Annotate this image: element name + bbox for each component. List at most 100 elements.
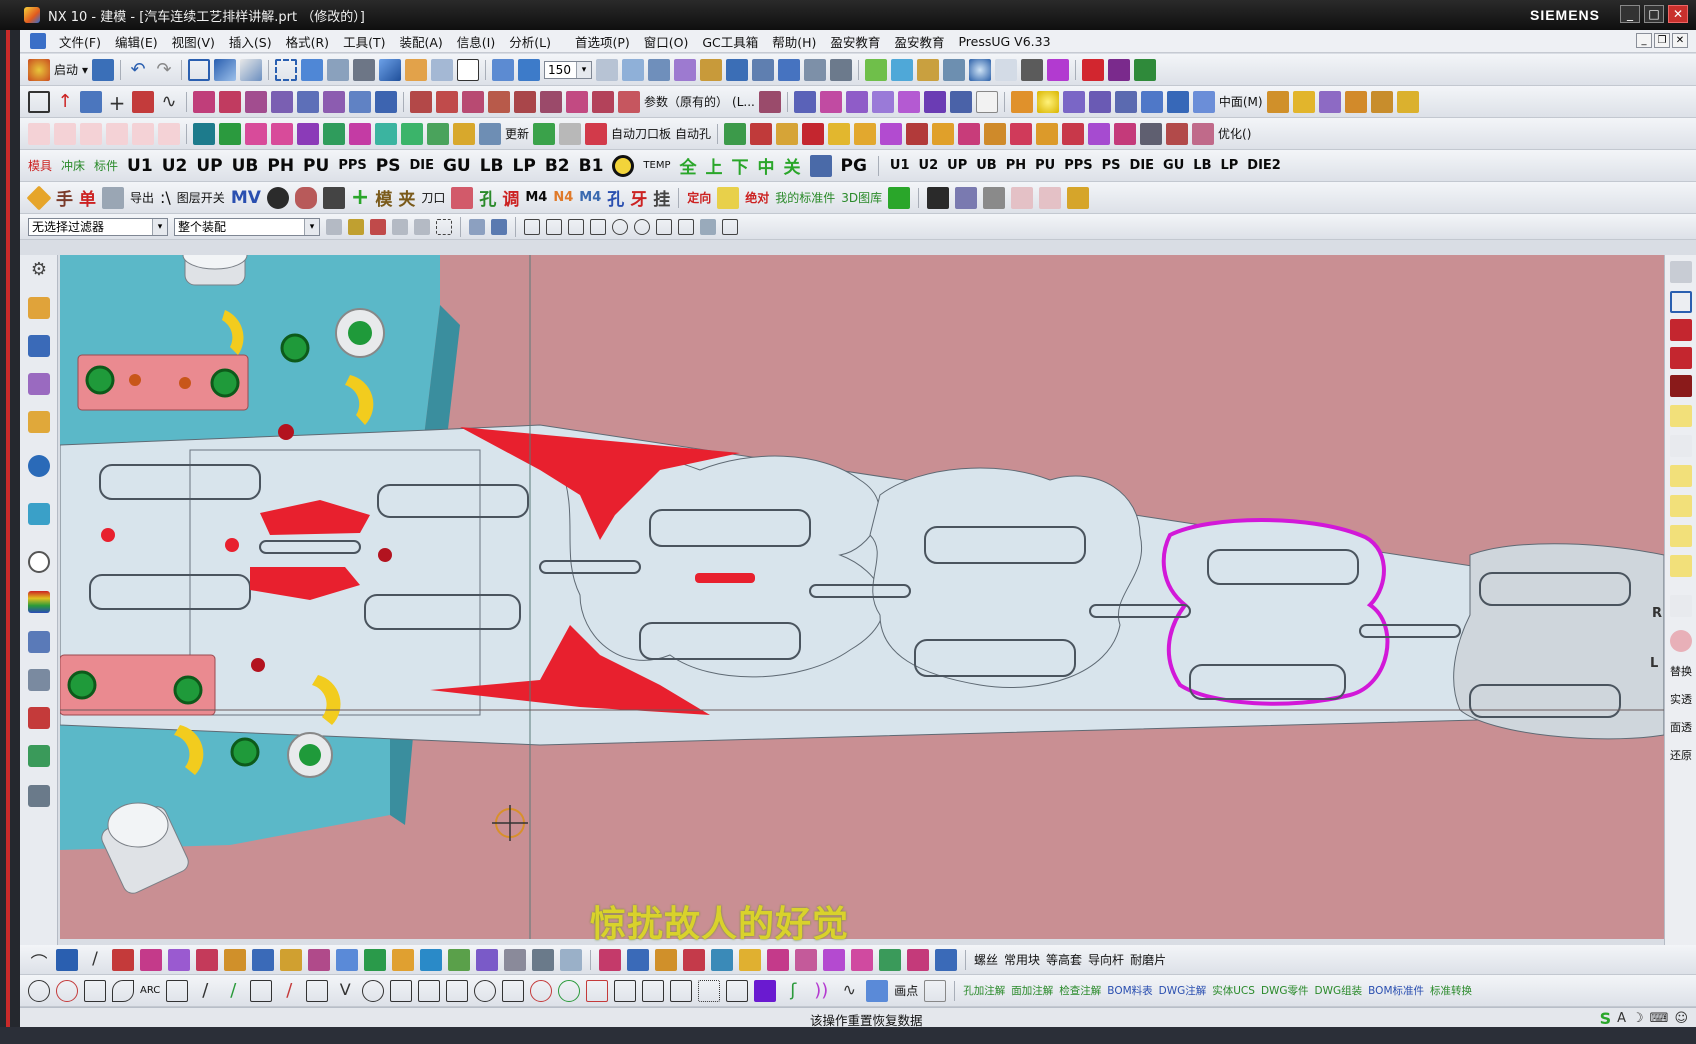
history-icon[interactable] xyxy=(28,551,50,573)
box-icon[interactable] xyxy=(854,122,877,145)
mdi-minimize-button[interactable]: _ xyxy=(1636,33,1652,48)
arrow-up-icon[interactable]: ↑ xyxy=(54,91,76,113)
temp-icon[interactable]: TEMP xyxy=(643,160,670,171)
snap-grid-icon[interactable] xyxy=(722,218,738,235)
reference-icon[interactable] xyxy=(1670,595,1692,617)
measure-icon[interactable] xyxy=(622,58,645,81)
std-ub[interactable]: UB xyxy=(232,156,259,176)
sphere-pink-icon[interactable] xyxy=(1670,630,1692,652)
purple-square-icon[interactable] xyxy=(754,979,777,1002)
std-ps[interactable]: PS xyxy=(376,156,401,176)
pen-black-icon[interactable] xyxy=(927,186,950,209)
surface-tool-icon[interactable] xyxy=(140,948,162,971)
curve-tool-icon[interactable] xyxy=(56,948,78,971)
3d-library-label[interactable]: 3D图库 xyxy=(841,189,882,206)
export-label[interactable]: 导出 xyxy=(130,189,154,206)
circle-tool-2-icon[interactable] xyxy=(362,979,385,1002)
plate-2-icon[interactable] xyxy=(958,122,981,145)
menu-tools[interactable]: 工具(T) xyxy=(336,32,392,51)
press-label[interactable]: 冲床 xyxy=(61,157,85,174)
pull-face-icon[interactable] xyxy=(1370,90,1393,113)
wcs-icon[interactable] xyxy=(431,58,454,81)
menu-pressug[interactable]: PressUG V6.33 xyxy=(951,34,1057,49)
book-blue-icon[interactable] xyxy=(949,90,972,113)
measure-tool-icon[interactable] xyxy=(420,948,442,971)
single-icon[interactable]: 单 xyxy=(79,185,96,210)
guide-layer-icon[interactable] xyxy=(809,154,832,177)
delete-face-icon[interactable] xyxy=(1318,90,1341,113)
mold-lib-icon[interactable] xyxy=(1670,261,1692,283)
centerline-icon[interactable] xyxy=(1670,465,1692,487)
join-icon[interactable] xyxy=(540,90,562,113)
auto-tooth-button[interactable]: 牙 xyxy=(630,185,647,210)
filter-combo[interactable]: 无选择过滤器 ▾ xyxy=(28,217,168,236)
red-arrow-right-icon[interactable] xyxy=(1670,347,1692,369)
rotate-icon[interactable] xyxy=(240,58,263,81)
dwg-note-label[interactable]: DWG注解 xyxy=(1159,983,1207,998)
camera-icon[interactable] xyxy=(266,186,289,209)
start-icon[interactable] xyxy=(28,58,50,81)
dwg-part-label[interactable]: DWG零件 xyxy=(1261,983,1309,998)
transform-icon[interactable] xyxy=(752,58,775,81)
menu-yingan-2[interactable]: 盈安教育 xyxy=(887,32,951,51)
plate-6-icon[interactable] xyxy=(1062,122,1085,145)
line-icon[interactable] xyxy=(132,90,154,113)
tool-gray-icon[interactable] xyxy=(504,948,526,971)
wcs-select-icon[interactable] xyxy=(1670,291,1692,313)
calculator-icon[interactable] xyxy=(193,122,215,145)
maximize-button[interactable]: □ xyxy=(1644,5,1664,23)
absolute-label[interactable]: 绝对 xyxy=(745,189,769,206)
sweep-icon[interactable] xyxy=(245,90,267,113)
bounded-plane-icon[interactable] xyxy=(923,90,946,113)
wave-line-icon[interactable]: ∿ xyxy=(838,980,860,1002)
corner-tool-icon[interactable] xyxy=(250,979,273,1002)
move-icon[interactable] xyxy=(726,58,749,81)
color-filter-icon[interactable] xyxy=(983,186,1006,209)
knife-icon[interactable] xyxy=(453,122,475,145)
close-all-button[interactable]: 关 xyxy=(784,153,801,178)
show-all-button[interactable]: 全 xyxy=(680,153,697,178)
hole-point-button[interactable]: 孔 xyxy=(479,185,496,210)
surface-icon[interactable] xyxy=(845,90,868,113)
add-green-icon[interactable]: + xyxy=(351,185,369,210)
light-icon[interactable] xyxy=(995,58,1018,81)
parameters-label[interactable]: 参数（原有的） xyxy=(644,93,728,110)
gear-bottom-icon[interactable] xyxy=(532,948,554,971)
face-pull-icon[interactable] xyxy=(322,186,345,209)
polygon-tool-icon[interactable] xyxy=(84,979,106,1002)
steel-icon[interactable] xyxy=(559,122,582,145)
angle-tool-icon[interactable] xyxy=(306,979,329,1002)
my-std-label[interactable]: 我的标准件 xyxy=(775,189,835,206)
lift-pin-icon[interactable] xyxy=(375,122,397,145)
layer-tool-icon[interactable] xyxy=(280,948,302,971)
circle-green-icon[interactable] xyxy=(558,979,581,1002)
fillet-tool-icon[interactable] xyxy=(112,979,134,1002)
shell-icon[interactable] xyxy=(1166,90,1189,113)
pink-tool-3-icon[interactable] xyxy=(795,948,817,971)
std-small-pps[interactable]: PPS xyxy=(1064,158,1092,173)
vee-tool-icon[interactable]: V xyxy=(334,980,356,1002)
orange-tool-icon[interactable] xyxy=(776,122,799,145)
optimize-tool-icon[interactable] xyxy=(1192,122,1215,145)
check-icon[interactable] xyxy=(1670,405,1692,427)
pink-tool-1-icon[interactable] xyxy=(599,948,621,971)
subtract-icon[interactable] xyxy=(1088,90,1111,113)
circle-center-icon[interactable] xyxy=(56,979,78,1002)
std-up[interactable]: UP xyxy=(196,156,222,176)
zoom-window-icon[interactable] xyxy=(275,58,298,81)
green-box-icon[interactable] xyxy=(888,186,911,209)
insert-icon[interactable] xyxy=(1166,122,1189,145)
std-small-ps[interactable]: PS xyxy=(1102,158,1121,173)
sphere-icon[interactable] xyxy=(969,58,992,81)
snap-endpoint-icon[interactable] xyxy=(524,218,540,235)
select-face-icon[interactable] xyxy=(392,218,408,235)
menu-preferences[interactable]: 首选项(P) xyxy=(568,32,637,51)
dimension-2-icon[interactable] xyxy=(642,979,665,1002)
ime-lang-icon[interactable]: A xyxy=(1617,1011,1626,1026)
menu-analysis[interactable]: 分析(L) xyxy=(502,32,558,51)
intersect-icon[interactable] xyxy=(1114,90,1137,113)
pink-tool-5-icon[interactable] xyxy=(907,948,929,971)
solid-color-icon[interactable] xyxy=(865,58,888,81)
optimize-label[interactable]: 优化() xyxy=(1218,125,1251,142)
line-tool-icon[interactable]: / xyxy=(84,949,106,971)
